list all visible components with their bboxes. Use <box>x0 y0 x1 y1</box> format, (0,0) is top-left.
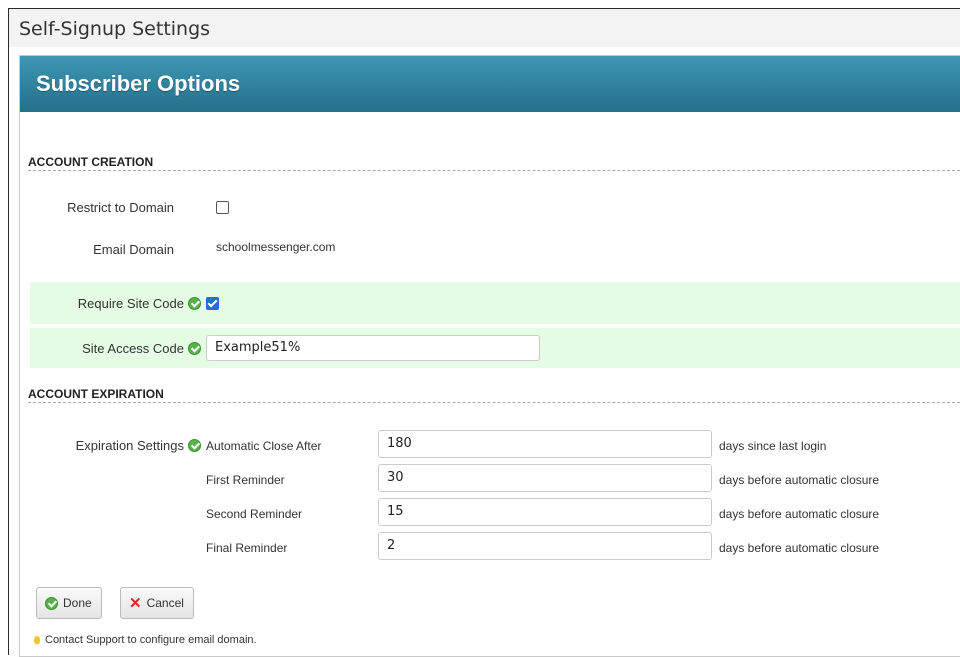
subscriber-options-panel: Subscriber Options ACCOUNT CREATION Rest… <box>19 55 960 657</box>
support-tip-text: Contact Support to configure email domai… <box>45 634 257 646</box>
panel-title: Subscriber Options <box>20 56 960 112</box>
first-reminder-input[interactable]: 30 <box>378 464 712 492</box>
second-reminder-label: Second Reminder <box>206 507 303 521</box>
require-site-code-row: Require Site Code <box>30 282 960 324</box>
automatic-close-input[interactable]: 180 <box>378 430 712 458</box>
final-reminder-suffix: days before automatic closure <box>719 541 880 555</box>
cancel-button-label: Cancel <box>146 596 184 610</box>
account-creation-heading: ACCOUNT CREATION <box>28 155 154 169</box>
automatic-close-label: Automatic Close After <box>206 439 322 453</box>
window-title: Self-Signup Settings <box>9 9 960 47</box>
window-frame: Self-Signup Settings Subscriber Options … <box>8 8 960 657</box>
automatic-close-suffix: days since last login <box>719 439 827 453</box>
first-reminder-suffix: days before automatic closure <box>719 473 880 487</box>
require-site-code-label: Require Site Code <box>77 296 184 311</box>
done-button-label: Done <box>63 596 92 610</box>
section-divider <box>28 170 960 171</box>
email-domain-value: schoolmessenger.com <box>216 240 336 254</box>
restrict-to-domain-checkbox[interactable] <box>216 201 229 214</box>
support-tip: Contact Support to configure email domai… <box>34 634 257 646</box>
restrict-to-domain-label: Restrict to Domain <box>67 200 174 215</box>
require-site-code-checkbox[interactable] <box>206 297 219 310</box>
email-domain-label: Email Domain <box>93 242 174 257</box>
check-circle-icon <box>188 342 201 355</box>
section-divider <box>28 402 960 403</box>
second-reminder-input[interactable]: 15 <box>378 498 712 526</box>
check-circle-icon <box>188 439 201 452</box>
expiration-settings-label: Expiration Settings <box>75 438 184 453</box>
site-access-code-input[interactable]: Example51% <box>206 335 540 361</box>
final-reminder-label: Final Reminder <box>206 541 288 555</box>
second-reminder-suffix: days before automatic closure <box>719 507 880 521</box>
final-reminder-input[interactable]: 2 <box>378 532 712 560</box>
first-reminder-label: First Reminder <box>206 473 285 487</box>
site-access-code-label: Site Access Code <box>82 341 184 356</box>
check-circle-icon <box>188 297 201 310</box>
site-access-code-row: Site Access Code Example51% <box>30 328 960 368</box>
close-x-icon: ✕ <box>129 595 142 613</box>
account-expiration-heading: ACCOUNT EXPIRATION <box>28 387 164 401</box>
lightbulb-icon <box>34 636 40 644</box>
cancel-button[interactable]: ✕ Cancel <box>120 587 194 619</box>
done-button[interactable]: Done <box>36 587 102 619</box>
check-circle-icon <box>45 597 58 611</box>
